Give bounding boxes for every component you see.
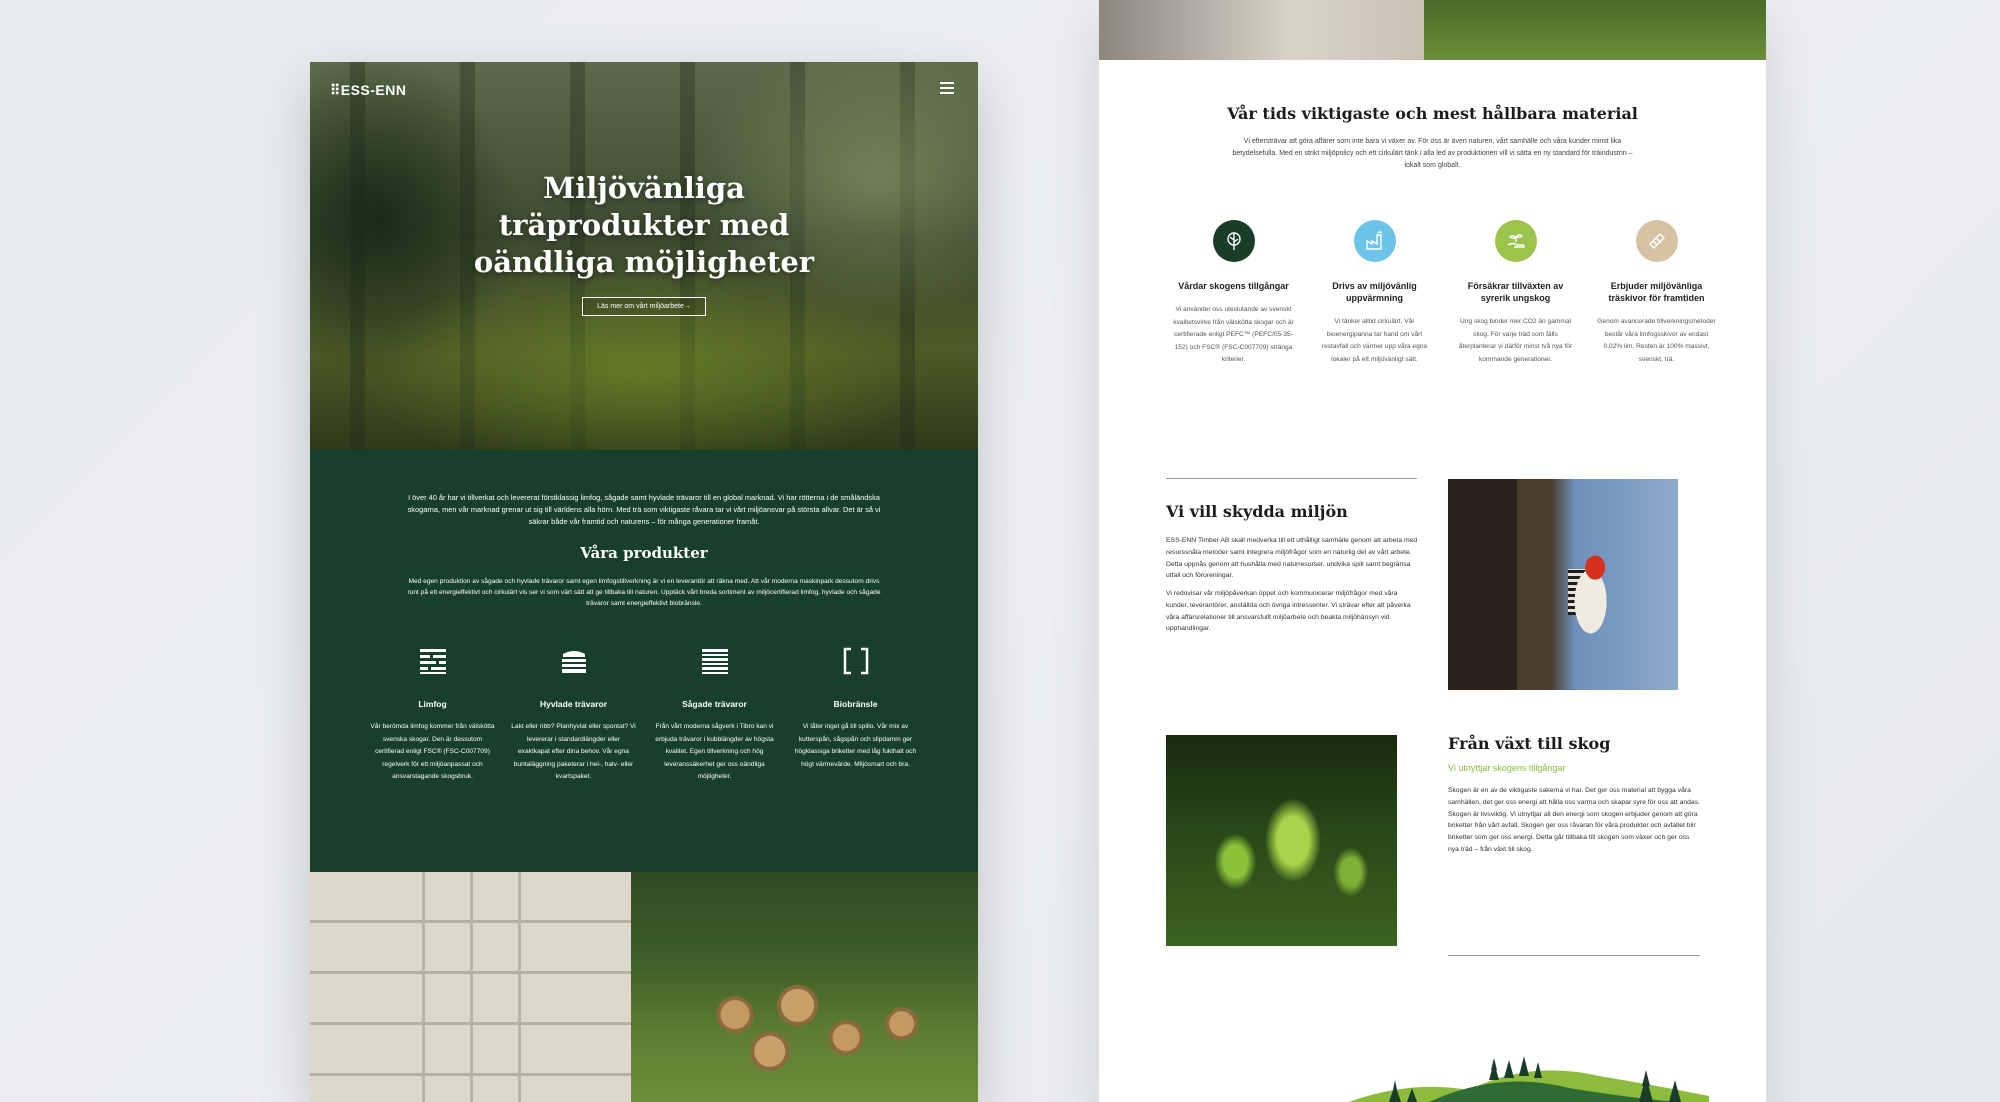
product-name: Sågade trävaror — [682, 699, 747, 709]
hero-title-line: oändliga möjligheter — [473, 245, 815, 279]
logs-photo-crop — [1424, 0, 1766, 60]
section-divider — [1166, 478, 1417, 479]
products-subtext: Med egen produktion av sågade och hyvlad… — [407, 578, 881, 607]
interior-photo-crop — [1099, 0, 1424, 60]
moss-photo — [1166, 735, 1397, 946]
grow-heading: Från växt till skog — [1448, 734, 1611, 753]
product-item[interactable]: Hyvlade trävaror Lakt eller ribb? Planhy… — [503, 646, 644, 784]
product-name: Hyvlade trävaror — [539, 699, 608, 709]
sagade-icon — [701, 649, 728, 674]
protect-paragraph: ESS-ENN Timber AB skall medverka till et… — [1166, 537, 1418, 580]
feature-name: Erbjuder miljövänliga träskivor för fram… — [1608, 281, 1705, 303]
protect-heading: Vi vill skydda miljön — [1166, 502, 1348, 521]
hyvlade-icon — [561, 651, 586, 673]
log-pile-photo — [631, 872, 978, 1102]
grow-paragraph: Skogen är en av de viktigaste sakerna vi… — [1448, 787, 1700, 853]
material-heading: Vår tids viktigaste och mest hållbara ma… — [1227, 104, 1638, 123]
environment-page-mockup: Vår tids viktigaste och mest hållbara ma… — [1099, 0, 1766, 1102]
top-photo-strip — [1099, 0, 1766, 60]
product-name: Limfog — [418, 699, 447, 709]
feature-item: Vårdar skogens tillgångar Vi använder os… — [1163, 220, 1304, 367]
feature-list: Vårdar skogens tillgångar Vi använder os… — [1163, 220, 1727, 367]
site-logo[interactable]: ⠿ESS-ENN — [330, 82, 407, 99]
biobransle-icon — [843, 647, 868, 675]
product-list: Limfog Vår berömda limfog kommer från vä… — [362, 646, 926, 784]
product-item[interactable]: Limfog Vår berömda limfog kommer från vä… — [362, 646, 503, 784]
read-more-button[interactable]: Läs mer om vårt miljöarbete→ — [582, 297, 706, 316]
limfog-icon — [419, 649, 446, 674]
interior-shelf-photo — [310, 872, 631, 1102]
feature-item: Erbjuder miljövänliga träskivor för fram… — [1586, 220, 1727, 367]
section-divider — [1448, 955, 1700, 956]
product-desc: Vår berömda limfog kommer från välskötta… — [370, 723, 495, 780]
homepage-mockup: ⠿ESS-ENN Miljövänliga träprodukter med o… — [310, 62, 978, 1102]
tree-icon — [1212, 220, 1255, 262]
products-section: I över 40 år har vi tillverkat och lever… — [310, 450, 978, 872]
product-item[interactable]: Sågade trävaror Från vårt moderna sågver… — [644, 646, 785, 784]
feature-desc: Genom avancerade tillverkningsmetoder be… — [1597, 318, 1716, 363]
product-item[interactable]: Biobränsle Vi låter inget gå till spillo… — [785, 646, 926, 784]
product-desc: Lakt eller ribb? Planhyvlat eller sponta… — [511, 723, 636, 780]
feature-name: Försäkrar tillväxten av syrerik ungskog — [1467, 281, 1564, 303]
hamburger-menu-icon[interactable] — [940, 82, 954, 94]
sprout-hand-icon — [1494, 220, 1537, 262]
grow-subheading: Vi utnyttjar skogens tillgångar — [1448, 763, 1566, 773]
hero-title-line: Miljövänliga — [543, 171, 745, 205]
product-desc: Vi låter inget gå till spillo. Vår mix a… — [794, 723, 917, 768]
feature-name: Vårdar skogens tillgångar — [1178, 281, 1289, 291]
feature-desc: Vi tänker alltid cirkulärt. Vår bioenerg… — [1321, 318, 1428, 363]
feature-name: Drivs av miljövänlig uppvärmning — [1332, 281, 1417, 303]
intro-text: I över 40 år har vi tillverkat och lever… — [407, 493, 881, 526]
product-desc: Från vårt moderna sågverk i Tibro kan vi… — [655, 723, 774, 780]
hero-title: Miljövänliga träprodukter med oändliga m… — [310, 170, 978, 281]
material-intro: Vi eftersträvar att göra affärer som int… — [1232, 138, 1633, 169]
woodpecker-photo — [1448, 479, 1678, 690]
product-name: Biobränsle — [833, 699, 878, 709]
photo-row — [310, 872, 978, 1102]
hero-title-line: träprodukter med — [498, 208, 790, 242]
feature-item: Drivs av miljövänlig uppvärmning Vi tänk… — [1304, 220, 1445, 367]
feature-item: Försäkrar tillväxten av syrerik ungskog … — [1445, 220, 1586, 367]
forest-hills-illustration — [1349, 1056, 1709, 1102]
feature-desc: Vi använder oss uteslutande av svenskt k… — [1173, 306, 1294, 363]
products-heading: Våra produkter — [580, 544, 708, 562]
factory-icon — [1353, 220, 1396, 262]
protect-paragraph: Vi redovisar vår miljöpåverkan öppet och… — [1166, 590, 1411, 633]
hero-section: ⠿ESS-ENN Miljövänliga träprodukter med o… — [310, 62, 978, 450]
feature-desc: Ung skog binder mer CO2 än gammal skog. … — [1458, 318, 1573, 363]
board-icon — [1635, 220, 1678, 262]
